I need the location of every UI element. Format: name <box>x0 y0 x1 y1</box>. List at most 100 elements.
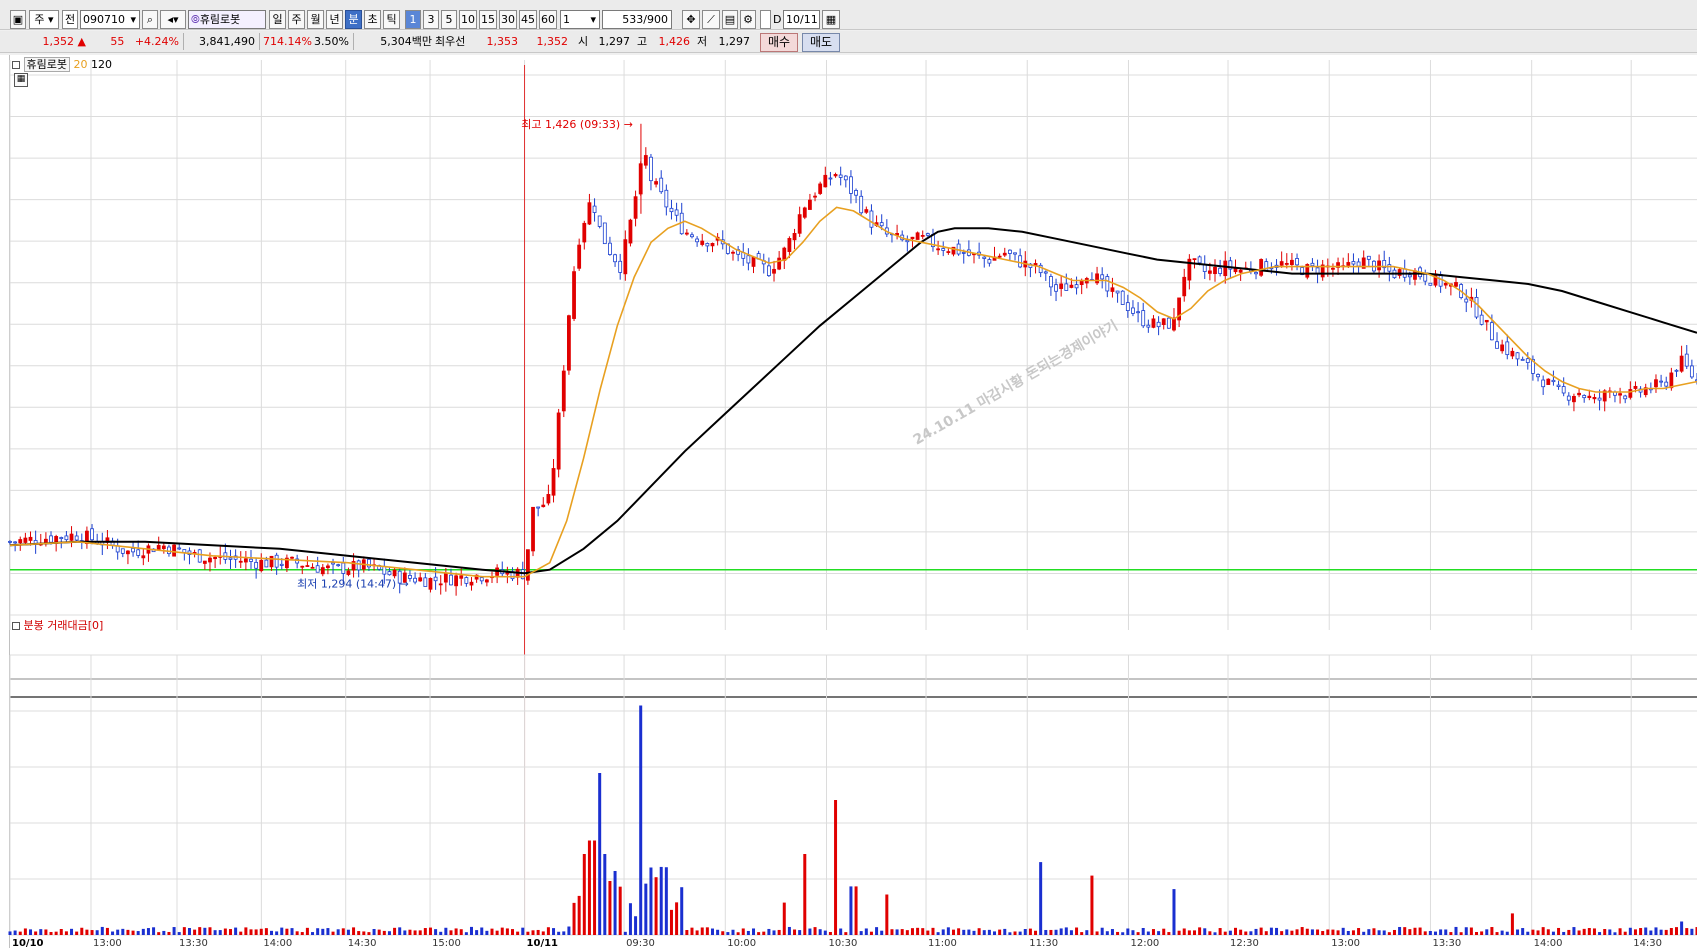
interval-45[interactable]: 45 <box>519 10 537 29</box>
volume-bar <box>218 930 222 935</box>
volume: 3,841,490 <box>188 33 260 50</box>
interval-10[interactable]: 10 <box>459 10 477 29</box>
stock-name-field[interactable]: ⦾휴림로봇 <box>188 10 266 29</box>
candle-body <box>69 533 74 541</box>
volume-bar <box>1669 928 1673 935</box>
volume-bar <box>598 773 602 935</box>
volume-bar <box>967 929 971 935</box>
interval-15[interactable]: 15 <box>479 10 497 29</box>
type-select[interactable]: 전 <box>62 10 78 29</box>
volume-bar <box>1239 929 1243 935</box>
trend-tool-icon[interactable]: ⟋ <box>702 10 720 29</box>
volume-bar <box>1387 932 1391 935</box>
high-value: 1,426 <box>658 35 691 48</box>
candle-body <box>1566 395 1571 401</box>
candle-body <box>751 256 756 267</box>
volume-bar <box>1382 930 1386 935</box>
volume-bar <box>690 927 694 935</box>
volume-bar <box>152 927 156 935</box>
open-value: 1,297 <box>598 35 631 48</box>
candle-body <box>90 528 94 541</box>
candle-body <box>259 559 264 572</box>
candle-body <box>551 468 556 496</box>
candle-body <box>1597 397 1602 401</box>
volume-bar <box>757 932 761 935</box>
count-field[interactable]: 533/900 <box>602 10 672 29</box>
volume-legend-box-icon[interactable] <box>12 622 20 630</box>
stock-code-input[interactable]: 090710 ▾ <box>80 10 140 29</box>
candle-body <box>808 199 812 210</box>
interval-3[interactable]: 3 <box>423 10 439 29</box>
period-second[interactable]: 초 <box>364 10 381 29</box>
buy-button[interactable]: 매수 <box>760 33 798 52</box>
candle-body <box>1295 258 1299 266</box>
buy-button-label: 매수 <box>767 35 791 49</box>
price-chart[interactable]: 최고 1,426 (09:33) → 최저 1,294 (14:47) → 10/… <box>0 55 1697 948</box>
interval-input[interactable]: 1 ▾ <box>560 10 600 29</box>
high-label: 고 <box>637 35 648 48</box>
volume-bar <box>403 930 407 935</box>
interval-5[interactable]: 5 <box>441 10 457 29</box>
volume-bar <box>1403 927 1407 935</box>
volume-bar <box>516 931 520 935</box>
period-week[interactable]: 주 <box>288 10 305 29</box>
volume-bar <box>121 928 125 935</box>
period-minute[interactable]: 분 <box>345 10 362 29</box>
candle-body <box>387 571 392 576</box>
sound-icon[interactable]: ◂▾ <box>160 10 186 29</box>
sell-button[interactable]: 매도 <box>802 33 840 52</box>
date-input[interactable]: 10/11 <box>783 10 820 29</box>
interval-60[interactable]: 60 <box>539 10 557 29</box>
volume-bar <box>849 886 853 935</box>
candle-body <box>305 565 310 567</box>
candle-body <box>1105 276 1110 292</box>
d-checkbox[interactable] <box>760 10 771 29</box>
volume-bar <box>680 887 684 935</box>
candle-body <box>161 545 166 549</box>
candle-body <box>1002 252 1007 256</box>
candle-body <box>1141 310 1146 327</box>
volume-bar <box>141 928 145 935</box>
candle-body <box>300 565 305 568</box>
up-arrow-icon: ▲ <box>77 35 86 48</box>
volume-bar <box>382 930 386 935</box>
volume-bar <box>1618 928 1622 935</box>
volume-bar <box>408 929 412 935</box>
candle-body <box>449 574 453 586</box>
volume-bar <box>1623 931 1627 935</box>
search-icon[interactable]: ⌕ <box>142 10 158 29</box>
volume-bar <box>485 930 489 935</box>
volume-bar <box>736 932 740 935</box>
interval-1[interactable]: 1 <box>405 10 421 29</box>
save-icon[interactable]: ▤ <box>722 10 738 29</box>
candle-body <box>1551 379 1556 383</box>
grid-settings-icon[interactable]: ▦ <box>14 73 28 87</box>
volume-bar <box>762 931 766 935</box>
legend-stock-name[interactable]: 휴림로봇 <box>23 57 70 72</box>
market-select[interactable]: 주 ▾ <box>29 10 59 29</box>
chart-area[interactable]: 최고 1,426 (09:33) → 최저 1,294 (14:47) → 10/… <box>0 55 1697 948</box>
candle-body <box>546 494 551 504</box>
x-axis-label: 14:00 <box>263 938 292 948</box>
volume-bar <box>957 928 961 935</box>
window-menu-icon[interactable]: ▣ <box>10 10 26 29</box>
candle-body <box>1515 352 1520 360</box>
candle-body <box>28 536 33 541</box>
candle-body <box>1587 395 1592 399</box>
candle-body <box>1546 378 1551 385</box>
volume-bar <box>54 931 58 935</box>
settings-gear-icon[interactable]: ⚙ <box>740 10 756 29</box>
interval-30[interactable]: 30 <box>499 10 517 29</box>
x-axis-label: 13:00 <box>1331 938 1360 948</box>
candle-body <box>1366 255 1371 260</box>
crosshair-icon[interactable]: ✥ <box>682 10 700 29</box>
volume-bar <box>480 927 484 935</box>
legend-box-icon[interactable] <box>12 61 20 69</box>
calendar-icon[interactable]: ▦ <box>822 10 840 29</box>
period-day[interactable]: 일 <box>269 10 286 29</box>
period-tick[interactable]: 틱 <box>383 10 400 29</box>
volume-bar <box>536 929 540 935</box>
volume-bar <box>772 930 776 935</box>
period-month[interactable]: 월 <box>307 10 324 29</box>
period-year[interactable]: 년 <box>326 10 343 29</box>
